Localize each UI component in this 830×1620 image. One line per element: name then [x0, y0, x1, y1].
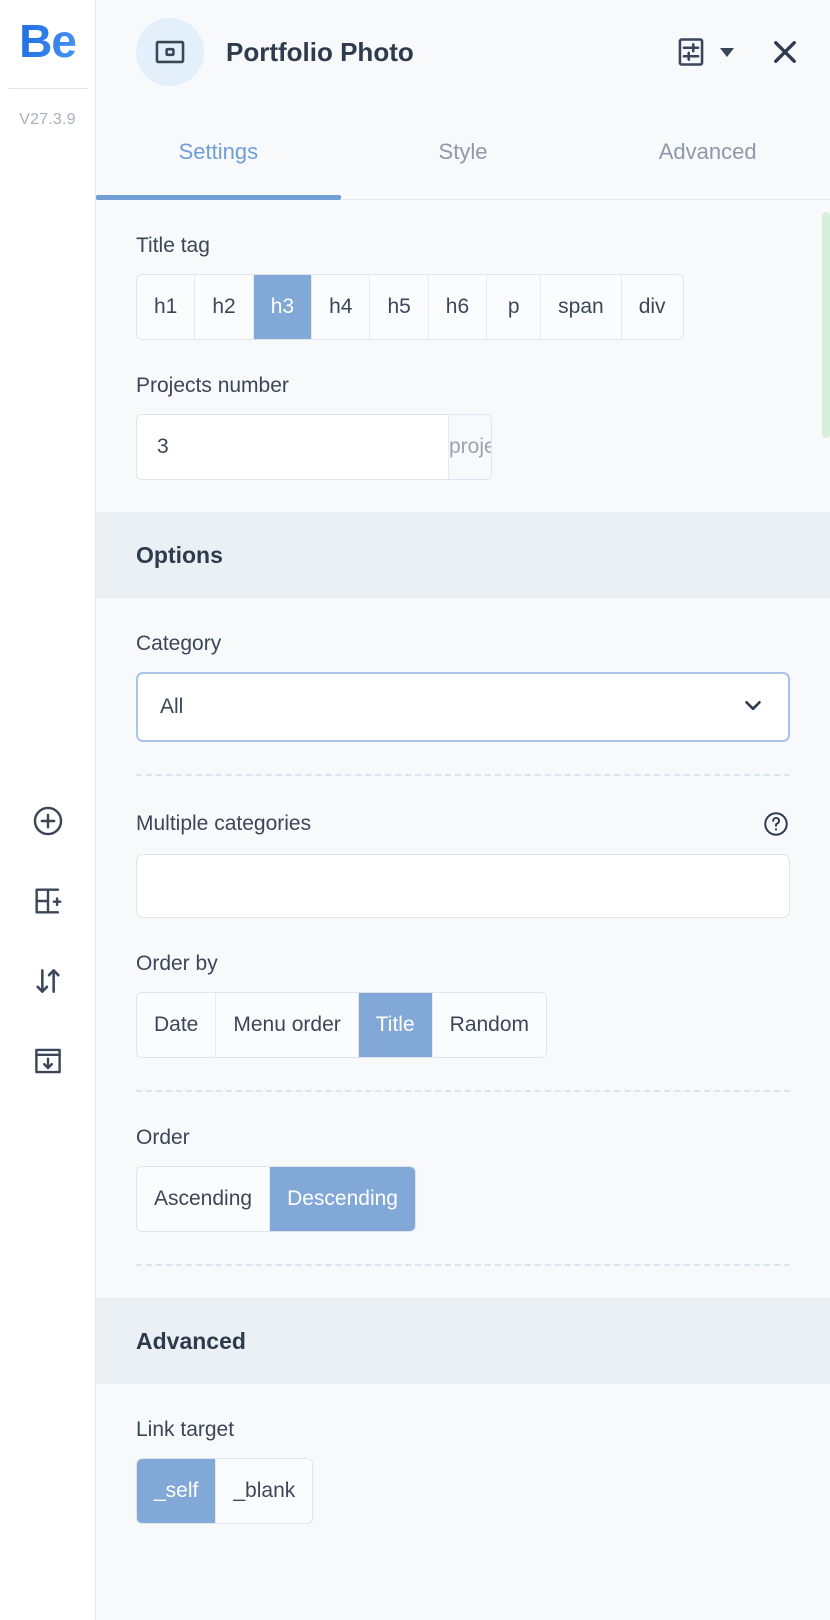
order-by-segmented: Date Menu order Title Random	[136, 992, 548, 1058]
sliders-icon[interactable]	[674, 35, 708, 69]
order-option-ascending[interactable]: Ascending	[137, 1167, 271, 1231]
image-widget-icon	[136, 18, 204, 86]
multiple-categories-input[interactable]	[136, 854, 790, 918]
order-label: Order	[136, 1126, 190, 1149]
advanced-group: Link target _self _blank	[96, 1384, 830, 1524]
order-by-label: Order by	[136, 952, 218, 975]
order-by-option-title[interactable]: Title	[358, 993, 433, 1057]
app-root: Be V27.3.9 Portfolio Photo Settings Styl…	[0, 0, 830, 1620]
left-rail: Be V27.3.9	[0, 0, 95, 1620]
category-label: Category	[136, 632, 222, 655]
multiple-categories-label-row: Multiple categories	[136, 810, 790, 838]
title-tag-option-h4[interactable]: h4	[312, 275, 371, 339]
title-tag-option-p[interactable]: p	[487, 275, 542, 339]
sort-arrows-icon[interactable]	[27, 960, 69, 1002]
order-by-option-date[interactable]: Date	[137, 993, 217, 1057]
advanced-section-title: Advanced	[136, 1327, 246, 1354]
title-tag-option-div[interactable]: div	[621, 275, 683, 339]
section-header-options: Options	[96, 512, 830, 598]
projects-number-group: projects	[136, 414, 492, 480]
projects-number-input[interactable]	[137, 415, 448, 479]
title-tag-option-h1[interactable]: h1	[137, 275, 196, 339]
add-section-icon[interactable]	[27, 880, 69, 922]
multiple-categories-label: Multiple categories	[136, 812, 312, 835]
tab-style[interactable]: Style	[341, 104, 586, 199]
panel-header: Portfolio Photo	[96, 0, 830, 104]
title-tag-segmented: h1 h2 h3 h4 h5 h6 p span div	[136, 274, 684, 340]
divider-after-order	[136, 1264, 790, 1266]
title-tag-option-h6[interactable]: h6	[428, 275, 488, 339]
add-circle-icon[interactable]	[27, 800, 69, 842]
field-title-tag: Title tag h1 h2 h3 h4 h5 h6 p span div	[136, 200, 790, 340]
order-by-option-menu-order[interactable]: Menu order	[216, 993, 359, 1057]
vertical-scrollbar-thumb[interactable]	[822, 212, 830, 438]
title-tag-option-span[interactable]: span	[541, 275, 622, 339]
save-template-icon[interactable]	[27, 1040, 69, 1082]
close-icon[interactable]	[768, 35, 802, 69]
section-header-advanced: Advanced	[96, 1298, 830, 1384]
chevron-down-icon	[740, 692, 766, 723]
field-category: Category All	[136, 598, 790, 742]
be-logo[interactable]: Be	[19, 18, 77, 64]
order-by-option-random[interactable]: Random	[432, 993, 547, 1057]
widget-settings-panel: Portfolio Photo Settings Style Advanced	[95, 0, 830, 1620]
tab-settings[interactable]: Settings	[96, 104, 341, 200]
link-target-option-blank[interactable]: _blank	[216, 1459, 313, 1523]
link-target-option-self[interactable]: _self	[137, 1459, 217, 1523]
rail-divider	[7, 88, 88, 89]
category-select[interactable]: All	[136, 672, 790, 742]
field-order: Order Ascending Descending	[136, 1092, 790, 1232]
projects-number-unit: projects	[448, 415, 491, 479]
field-multiple-categories: Multiple categories	[136, 776, 790, 918]
field-order-by: Order by Date Menu order Title Random	[136, 918, 790, 1058]
panel-scroll-body: Title tag h1 h2 h3 h4 h5 h6 p span div P…	[96, 200, 830, 1620]
title-tag-option-h5[interactable]: h5	[370, 275, 429, 339]
options-group: Category All Multiple categories Order b…	[96, 598, 830, 1266]
tab-bar: Settings Style Advanced	[96, 104, 830, 200]
field-link-target: Link target _self _blank	[136, 1384, 790, 1524]
order-option-descending[interactable]: Descending	[270, 1167, 415, 1231]
help-circle-icon[interactable]	[762, 810, 790, 838]
version-label: V27.3.9	[19, 111, 76, 128]
category-select-value: All	[160, 695, 184, 718]
options-section-title: Options	[136, 541, 223, 568]
page-title: Portfolio Photo	[226, 36, 414, 67]
title-tag-label: Title tag	[136, 234, 210, 257]
rail-tool-list	[0, 800, 95, 1082]
projects-number-label: Projects number	[136, 374, 289, 397]
order-segmented: Ascending Descending	[136, 1166, 416, 1232]
vertical-scrollbar-track[interactable]	[822, 200, 830, 1620]
link-target-label: Link target	[136, 1418, 235, 1441]
settings-group: Title tag h1 h2 h3 h4 h5 h6 p span div P…	[96, 200, 830, 480]
tab-advanced[interactable]: Advanced	[585, 104, 830, 199]
caret-down-icon[interactable]	[720, 47, 734, 57]
title-tag-option-h3[interactable]: h3	[253, 275, 313, 339]
title-tag-option-h2[interactable]: h2	[195, 275, 254, 339]
link-target-segmented: _self _blank	[136, 1458, 314, 1524]
field-projects-number: Projects number projects	[136, 340, 790, 480]
